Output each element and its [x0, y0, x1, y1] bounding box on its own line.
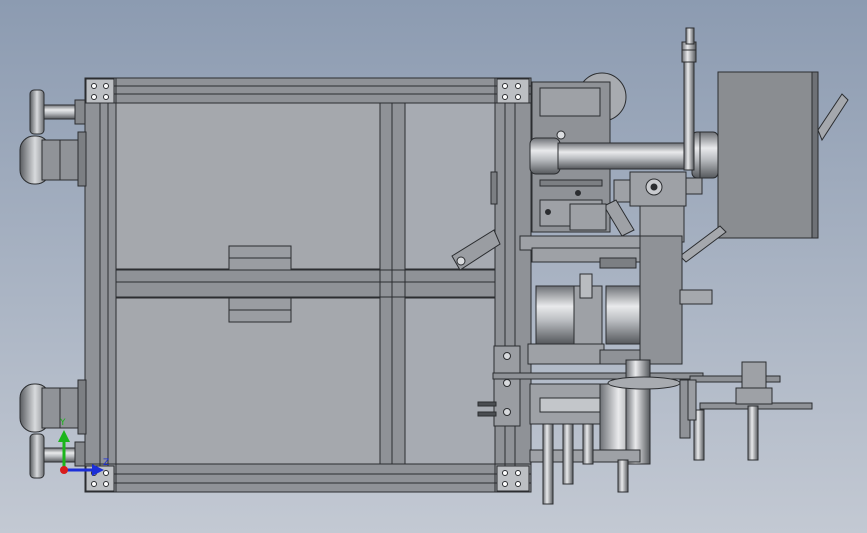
stepper-motor-assembly: [527, 273, 641, 365]
right-output-shafts: [687, 361, 813, 461]
vertical-rod: [681, 27, 697, 171]
machine-assembly-drawing[interactable]: Y Z: [0, 0, 867, 533]
main-frame: [84, 77, 532, 493]
z-axis-label: Z: [103, 458, 109, 468]
upper-panel: [115, 102, 381, 270]
caster-top: [19, 89, 87, 187]
lower-panel: [115, 297, 381, 465]
y-axis-arrowhead: [58, 430, 70, 442]
lower-opening: [404, 297, 496, 465]
cad-viewport[interactable]: Y Z: [0, 0, 867, 533]
cutter-assembly: [529, 359, 691, 505]
caster-bottom: [19, 379, 87, 479]
y-axis-label: Y: [59, 418, 66, 428]
triad-origin: [60, 466, 68, 474]
